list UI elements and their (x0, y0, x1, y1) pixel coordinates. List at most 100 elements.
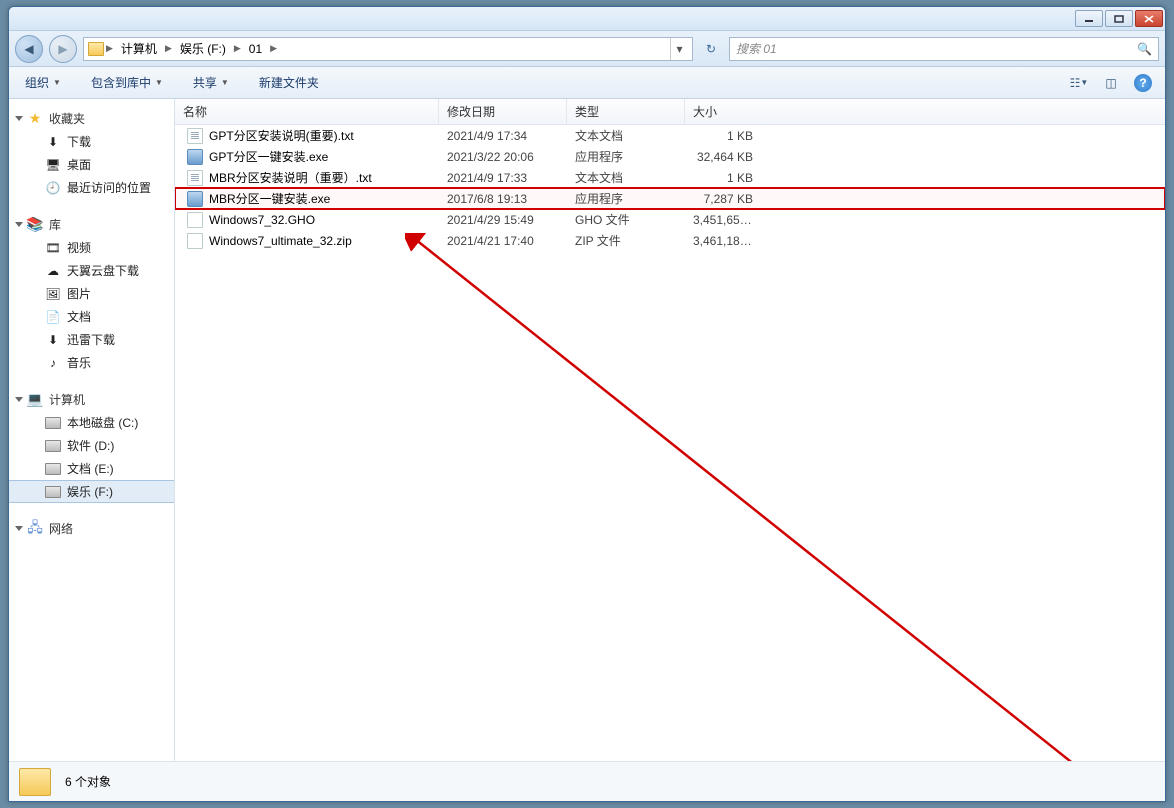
desktop-icon: 🖥 (45, 157, 61, 173)
file-date: 2021/4/29 15:49 (439, 213, 567, 227)
sidebar-item-downloads[interactable]: ⬇下载 (9, 130, 174, 153)
file-type: 应用程序 (567, 190, 685, 207)
file-list[interactable]: GPT分区安装说明(重要).txt2021/4/9 17:34文本文档1 KBG… (175, 125, 1165, 761)
file-row[interactable]: Windows7_ultimate_32.zip2021/4/21 17:40Z… (175, 230, 1165, 251)
navigation-pane: ★收藏夹 ⬇下载 🖥桌面 🕘最近访问的位置 📚库 🎞视频 ☁天翼云盘下载 🖼图片… (9, 99, 175, 761)
share-menu[interactable]: 共享 ▼ (187, 71, 235, 94)
computer-icon: 💻 (27, 392, 43, 408)
file-size: 3,461,184... (685, 234, 761, 248)
computer-group[interactable]: 💻计算机 (9, 388, 174, 411)
file-name: Windows7_32.GHO (209, 213, 315, 227)
file-size: 3,451,653... (685, 213, 761, 227)
file-icon (187, 149, 203, 165)
breadcrumb-dropdown[interactable]: ▾ (670, 38, 688, 60)
file-name: GPT分区一键安装.exe (209, 148, 328, 165)
file-name: Windows7_ultimate_32.zip (209, 234, 352, 248)
column-header-type[interactable]: 类型 (567, 99, 685, 124)
file-row[interactable]: MBR分区安装说明（重要）.txt2021/4/9 17:33文本文档1 KB (175, 167, 1165, 188)
sidebar-item-documents[interactable]: 📄文档 (9, 305, 174, 328)
libraries-group[interactable]: 📚库 (9, 213, 174, 236)
file-type: GHO 文件 (567, 211, 685, 228)
refresh-button[interactable]: ↻ (699, 42, 723, 56)
sidebar-item-drive-e[interactable]: 文档 (E:) (9, 457, 174, 480)
sidebar-item-pictures[interactable]: 🖼图片 (9, 282, 174, 305)
column-header-size[interactable]: 大小 (685, 99, 761, 124)
organize-menu[interactable]: 组织 ▼ (19, 71, 67, 94)
file-size: 7,287 KB (685, 192, 761, 206)
video-icon: 🎞 (45, 240, 61, 256)
file-date: 2021/4/21 17:40 (439, 234, 567, 248)
status-count: 6 个对象 (65, 773, 111, 790)
sidebar-item-drive-c[interactable]: 本地磁盘 (C:) (9, 411, 174, 434)
download-icon: ⬇ (45, 134, 61, 150)
file-date: 2021/4/9 17:34 (439, 129, 567, 143)
sidebar-item-cloud[interactable]: ☁天翼云盘下载 (9, 259, 174, 282)
file-type: 文本文档 (567, 169, 685, 186)
picture-icon: 🖼 (45, 286, 61, 302)
sidebar-item-recent[interactable]: 🕘最近访问的位置 (9, 176, 174, 199)
favorites-group[interactable]: ★收藏夹 (9, 107, 174, 130)
file-row[interactable]: GPT分区一键安装.exe 2021/3/22 20:06应用程序32,464 K… (175, 146, 1165, 167)
file-row[interactable]: MBR分区一键安装.exe 2017/6/8 19:13应用程序7,287 KB (175, 188, 1165, 209)
file-size: 32,464 KB (685, 150, 761, 164)
search-input[interactable]: 搜索 01 🔍 (729, 37, 1159, 61)
file-date: 2021/4/9 17:33 (439, 171, 567, 185)
preview-pane-button[interactable]: ◫ (1099, 72, 1123, 94)
cloud-icon: ☁ (45, 263, 61, 279)
back-button[interactable]: ◀ (15, 35, 43, 63)
file-row[interactable]: Windows7_32.GHO 2021/4/29 15:49GHO 文件3,45… (175, 209, 1165, 230)
maximize-button[interactable] (1105, 10, 1133, 27)
sidebar-item-drive-f[interactable]: 娱乐 (F:) (9, 480, 174, 503)
drive-icon (45, 438, 61, 454)
chevron-right-icon: ▶ (234, 43, 241, 54)
file-name: MBR分区安装说明（重要）.txt (209, 169, 372, 186)
toolbar: 组织 ▼ 包含到库中 ▼ 共享 ▼ 新建文件夹 ☷ ▼ ◫ ? (9, 67, 1165, 99)
file-date: 2017/6/8 19:13 (439, 192, 567, 206)
file-icon (187, 191, 203, 207)
forward-button[interactable]: ▶ (49, 35, 77, 63)
include-in-library-menu[interactable]: 包含到库中 ▼ (85, 71, 169, 94)
recent-icon: 🕘 (45, 180, 61, 196)
sidebar-item-drive-d[interactable]: 软件 (D:) (9, 434, 174, 457)
library-icon: 📚 (27, 217, 43, 233)
navbar: ◀ ▶ ▶ 计算机 ▶ 娱乐 (F:) ▶ 01 ▶ ▾ ↻ 搜索 01 🔍 (9, 31, 1165, 67)
network-icon: 🖧 (27, 521, 43, 537)
minimize-button[interactable] (1075, 10, 1103, 27)
breadcrumb-seg-folder[interactable]: 01 (243, 42, 268, 56)
column-header-date[interactable]: 修改日期 (439, 99, 567, 124)
file-list-pane: 名称 修改日期 类型 大小 GPT分区安装说明(重要).txt2021/4/9 … (175, 99, 1165, 761)
file-type: 应用程序 (567, 148, 685, 165)
help-button[interactable]: ? (1131, 72, 1155, 94)
body: ★收藏夹 ⬇下载 🖥桌面 🕘最近访问的位置 📚库 🎞视频 ☁天翼云盘下载 🖼图片… (9, 99, 1165, 761)
statusbar: 6 个对象 (9, 761, 1165, 801)
breadcrumb-seg-computer[interactable]: 计算机 (115, 40, 163, 57)
view-options-button[interactable]: ☷ ▼ (1067, 72, 1091, 94)
annotation-arrow (405, 233, 1105, 761)
sidebar-item-videos[interactable]: 🎞视频 (9, 236, 174, 259)
column-headers: 名称 修改日期 类型 大小 (175, 99, 1165, 125)
file-name: MBR分区一键安装.exe (209, 190, 330, 207)
file-row[interactable]: GPT分区安装说明(重要).txt2021/4/9 17:34文本文档1 KB (175, 125, 1165, 146)
file-date: 2021/3/22 20:06 (439, 150, 567, 164)
sidebar-item-xunlei[interactable]: ⬇迅雷下载 (9, 328, 174, 351)
chevron-right-icon: ▶ (106, 43, 113, 54)
file-icon (187, 170, 203, 186)
new-folder-button[interactable]: 新建文件夹 (253, 71, 325, 94)
file-type: 文本文档 (567, 127, 685, 144)
music-icon: ♪ (45, 355, 61, 371)
sidebar-item-music[interactable]: ♪音乐 (9, 351, 174, 374)
star-icon: ★ (27, 111, 43, 127)
drive-icon (45, 461, 61, 477)
column-header-name[interactable]: 名称 (175, 99, 439, 124)
sidebar-item-desktop[interactable]: 🖥桌面 (9, 153, 174, 176)
network-group[interactable]: 🖧网络 (9, 517, 174, 540)
breadcrumb-seg-drive[interactable]: 娱乐 (F:) (174, 40, 232, 57)
explorer-window: ◀ ▶ ▶ 计算机 ▶ 娱乐 (F:) ▶ 01 ▶ ▾ ↻ 搜索 01 🔍 组… (8, 6, 1166, 802)
breadcrumb[interactable]: ▶ 计算机 ▶ 娱乐 (F:) ▶ 01 ▶ ▾ (83, 37, 693, 61)
document-icon: 📄 (45, 309, 61, 325)
close-button[interactable] (1135, 10, 1163, 27)
folder-icon (88, 41, 104, 57)
search-icon: 🔍 (1137, 42, 1152, 56)
drive-icon (45, 415, 61, 431)
titlebar (9, 7, 1165, 31)
